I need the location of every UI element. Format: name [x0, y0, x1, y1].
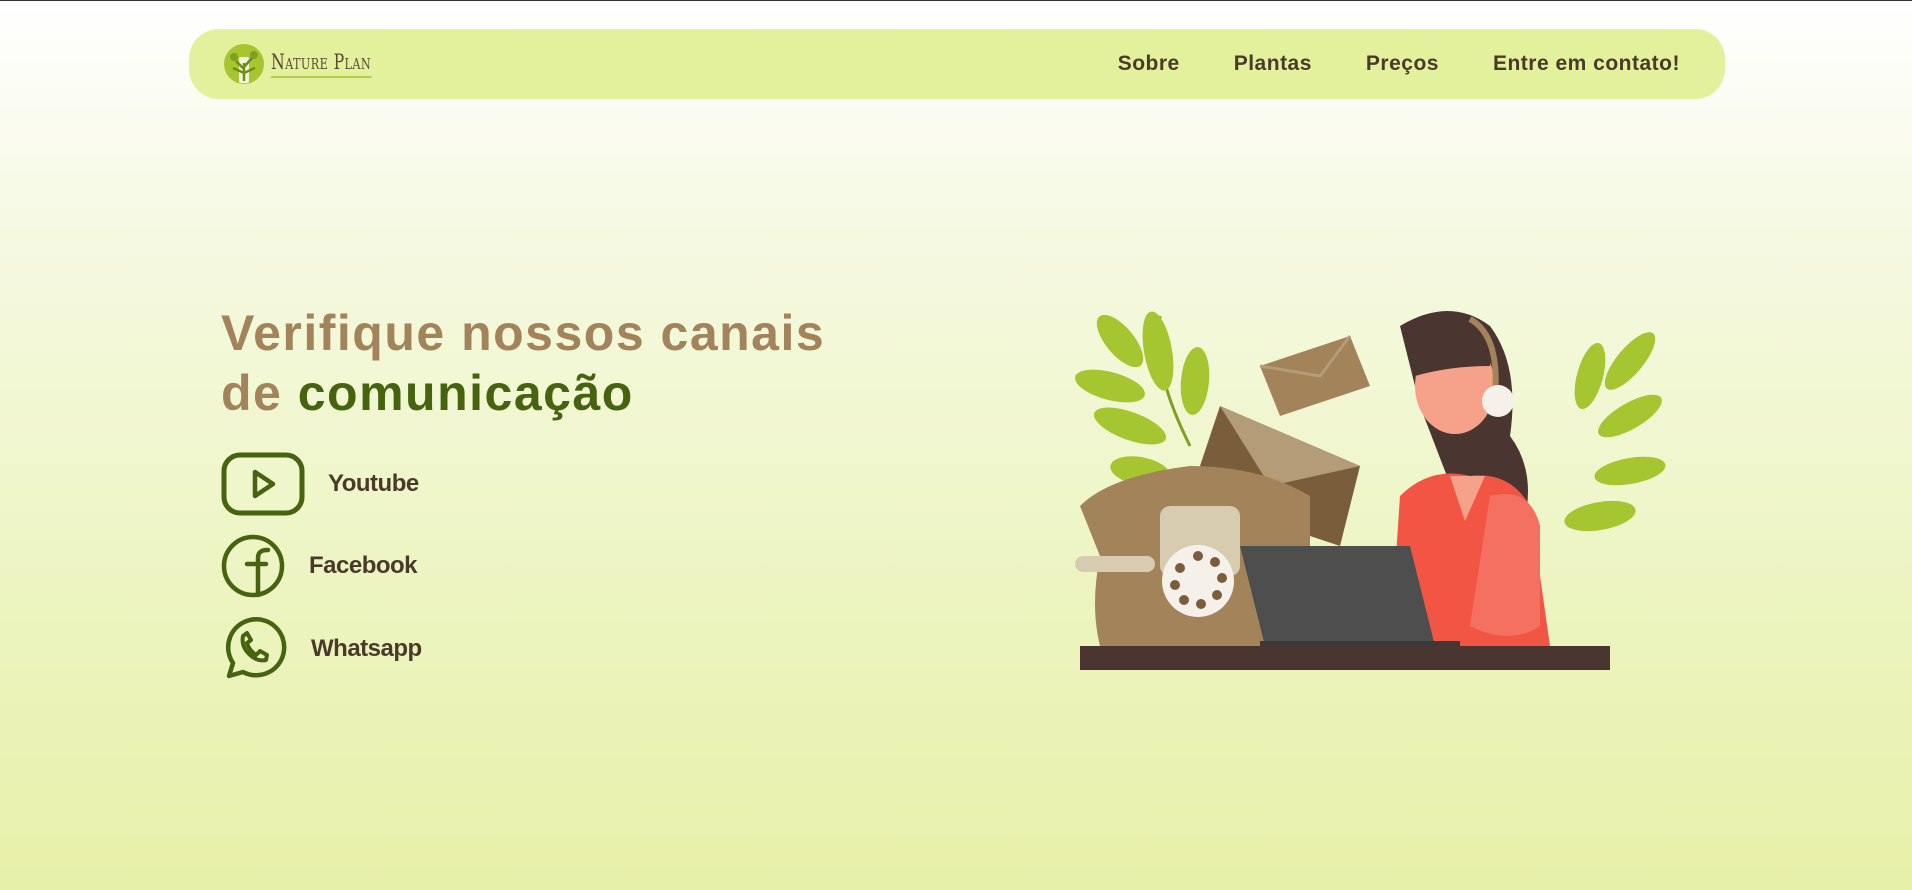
navbar: Nature Plan Sobre Plantas Preços Entre e…: [189, 29, 1725, 99]
nav-link-precos[interactable]: Preços: [1366, 52, 1439, 76]
social-link-facebook[interactable]: Facebook: [221, 534, 418, 598]
hero-title-line1: Verifique nossos canais: [221, 305, 826, 361]
whatsapp-icon: [225, 617, 287, 679]
tree-icon: [224, 44, 264, 84]
envelope-small: [1259, 335, 1370, 416]
hero-title-prefix: de: [221, 365, 298, 421]
desk: [1080, 646, 1610, 670]
brand-name: Nature Plan: [271, 50, 372, 78]
social-label-whatsapp: Whatsapp: [311, 635, 422, 662]
facebook-icon: [221, 534, 285, 598]
social-label-youtube: Youtube: [328, 470, 419, 497]
youtube-icon: [221, 452, 305, 516]
social-label-facebook: Facebook: [309, 552, 418, 579]
nav-link-contato[interactable]: Entre em contato!: [1493, 52, 1680, 76]
right-plant: [1564, 332, 1666, 532]
brand-logo[interactable]: Nature Plan: [223, 43, 405, 85]
social-link-whatsapp[interactable]: Whatsapp: [221, 616, 422, 682]
nav-links: Sobre Plantas Preços Entre em contato!: [1118, 52, 1680, 76]
hero-title-accent: comunicação: [297, 365, 634, 421]
nav-link-sobre[interactable]: Sobre: [1118, 52, 1180, 76]
hero-title: Verifique nossos canais de comunicação: [221, 303, 825, 423]
social-link-youtube[interactable]: Youtube: [221, 452, 419, 516]
nav-link-plantas[interactable]: Plantas: [1234, 52, 1312, 76]
customer-support-illustration: [1075, 311, 1666, 670]
left-plant: [1075, 311, 1210, 486]
